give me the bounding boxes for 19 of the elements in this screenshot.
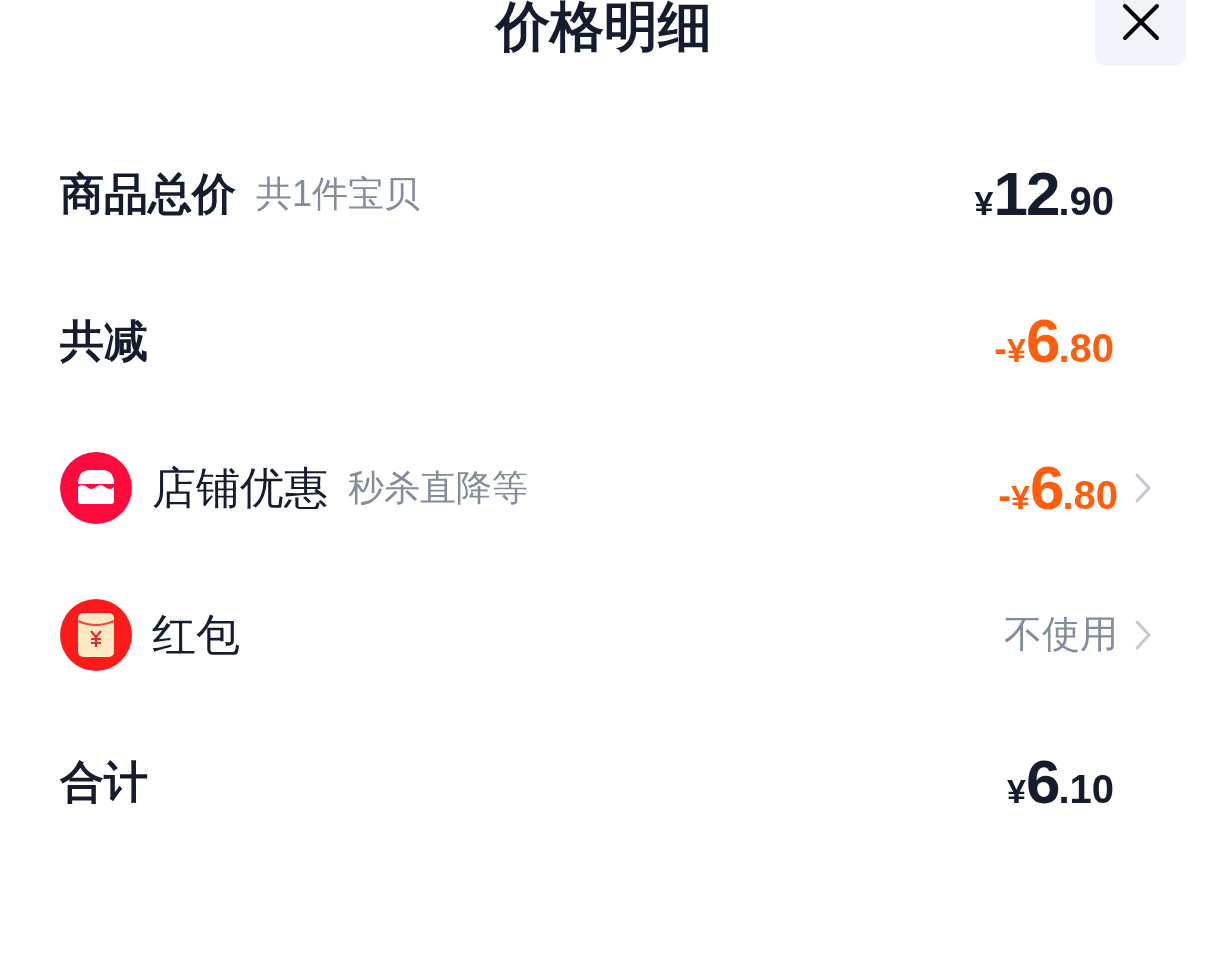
chevron-right-icon[interactable]	[1134, 471, 1152, 504]
row-label: 商品总价	[60, 167, 236, 220]
price-amount: ¥6.10	[1007, 746, 1114, 818]
row-note: 共1件宝贝	[256, 171, 421, 216]
row-label: 共减	[60, 314, 148, 367]
price-amount: -¥6.80	[994, 305, 1114, 377]
row-label: 红包	[152, 608, 240, 661]
envelope-icon	[60, 598, 132, 671]
price-amount: ¥12.90	[974, 158, 1114, 230]
close-icon	[1120, 2, 1161, 42]
row-label: 店铺优惠	[152, 461, 328, 514]
value-text: 不使用	[1004, 612, 1118, 657]
chevron-right-icon[interactable]	[1134, 618, 1152, 651]
row-note: 秒杀直降等	[348, 465, 528, 510]
row-label: 合计	[60, 755, 148, 808]
sheet-title: 价格明细	[496, 0, 712, 58]
store-icon	[60, 451, 132, 524]
close-button[interactable]	[1095, 0, 1186, 66]
price-amount: -¥6.80	[998, 452, 1118, 524]
